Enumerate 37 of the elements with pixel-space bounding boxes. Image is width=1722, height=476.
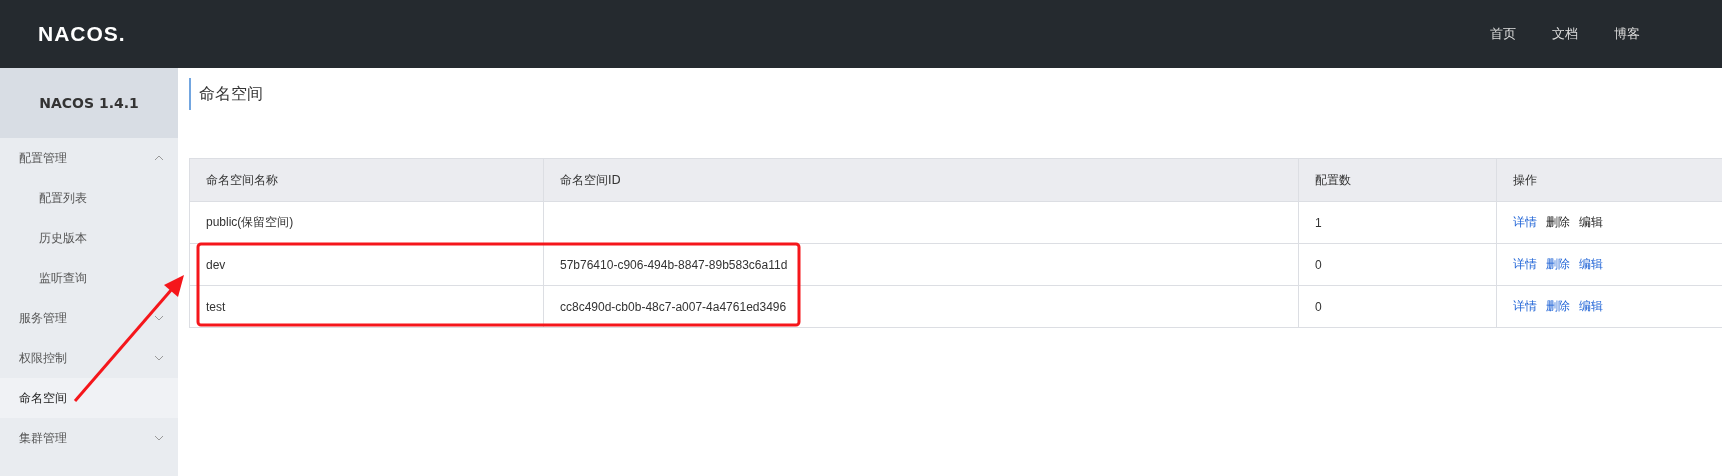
submenu-item[interactable]: 监听查询: [0, 258, 178, 298]
menu-item[interactable]: 服务管理: [0, 298, 178, 338]
page-title: 命名空间: [189, 78, 1722, 110]
table-cell: cc8c490d-cb0b-48c7-a007-4a4761ed3496: [543, 285, 1299, 328]
chevron-down-icon: [154, 355, 164, 361]
table-cell: 0: [1298, 285, 1497, 328]
table-cell: dev: [189, 243, 544, 286]
chevron-up-icon: [154, 155, 164, 161]
nav-link[interactable]: 文档: [1552, 25, 1578, 43]
chevron-down-icon: [154, 315, 164, 321]
submenu-item[interactable]: 配置列表: [0, 178, 178, 218]
table-cell: public(保留空间): [189, 201, 544, 244]
action-link[interactable]: 编辑: [1579, 298, 1603, 315]
table-cell: 57b76410-c906-494b-8847-89b583c6a11d: [543, 243, 1299, 286]
action-link[interactable]: 删除: [1546, 256, 1570, 273]
logo[interactable]: NACOS.: [38, 22, 126, 46]
action-link[interactable]: 详情: [1513, 214, 1537, 231]
table-cell: test: [189, 285, 544, 328]
menu-item[interactable]: 集群管理: [0, 418, 178, 458]
table-cell: 0: [1298, 243, 1497, 286]
table-cell: 1: [1298, 201, 1497, 244]
sidebar-title: NACOS 1.4.1: [0, 68, 178, 138]
column-header: 命名空间名称: [189, 158, 544, 202]
menu-item[interactable]: 配置管理: [0, 138, 178, 178]
action-link[interactable]: 删除: [1546, 298, 1570, 315]
column-header: 配置数: [1298, 158, 1497, 202]
column-header: 命名空间ID: [543, 158, 1299, 202]
nav-link[interactable]: 博客: [1614, 25, 1640, 43]
submenu-item[interactable]: 历史版本: [0, 218, 178, 258]
action-link[interactable]: 详情: [1513, 298, 1537, 315]
chevron-down-icon: [154, 435, 164, 441]
action-link[interactable]: 详情: [1513, 256, 1537, 273]
nav-link[interactable]: 首页: [1490, 25, 1516, 43]
menu-item[interactable]: 权限控制: [0, 338, 178, 378]
menu-item[interactable]: 命名空间: [0, 378, 178, 418]
action-link[interactable]: 编辑: [1579, 256, 1603, 273]
column-header: 操作: [1496, 158, 1722, 202]
